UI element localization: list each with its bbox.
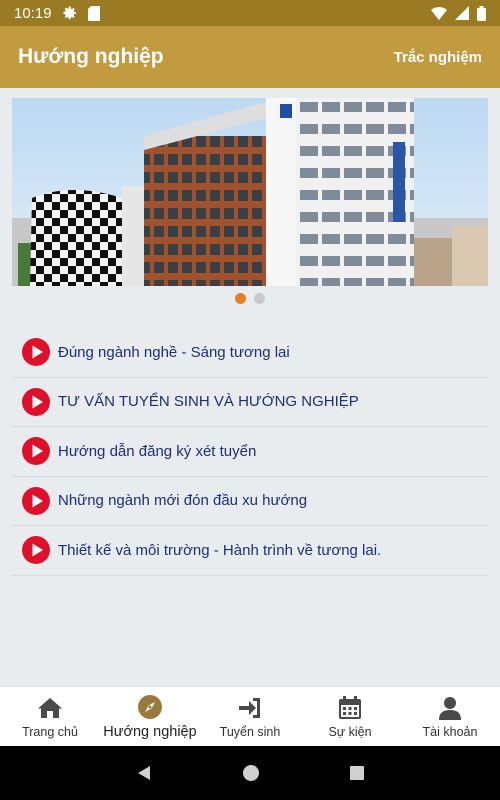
calendar-icon [339,695,361,719]
carousel-dot[interactable] [254,293,265,304]
home-circle-icon[interactable] [242,764,260,782]
list-item-label: Những ngành mới đón đầu xu hướng [58,492,308,510]
settings-icon [62,6,76,20]
status-bar: 10:19 [0,0,500,26]
list-item-label: TƯ VẤN TUYỂN SINH VÀ HƯỚNG NGHIỆP [58,393,359,411]
play-icon [22,387,50,416]
list-item[interactable]: Đúng ngành nghề - Sáng tương lai [12,328,488,378]
nav-label: Hướng nghiệp [103,723,197,740]
back-icon[interactable] [135,764,153,782]
list-item[interactable]: Thiết kế và môi trường - Hành trình về t… [12,526,488,576]
play-icon [22,437,50,466]
banner-image[interactable] [12,98,488,286]
nav-label: Tài khoản [422,724,478,739]
play-icon [22,536,50,565]
recents-icon[interactable] [349,765,365,781]
sign-in-icon [239,697,260,718]
play-icon [22,338,50,367]
carousel-dot[interactable] [235,293,246,304]
list-item-label: Hướng dẫn đăng ký xét tuyển [58,442,257,460]
carousel-indicator [0,293,500,304]
app-bar: Hướng nghiệp Trắc nghiệm [0,26,500,88]
list-item[interactable]: Những ngành mới đón đầu xu hướng [12,477,488,526]
compass-icon [138,694,162,719]
page-title: Hướng nghiệp [18,45,164,68]
signal-icon [455,6,469,20]
bottom-nav: Trang chủ Hướng nghiệp Tuyển sinh Sự kiệ… [0,686,500,746]
wifi-icon [431,7,447,20]
nav-label: Trang chủ [22,724,78,739]
list-item[interactable]: TƯ VẤN TUYỂN SINH VÀ HƯỚNG NGHIỆP [12,378,488,427]
battery-icon [477,5,486,21]
nav-item-career[interactable]: Hướng nghiệp [100,687,200,746]
nav-label: Sự kiện [328,724,372,739]
video-list: Đúng ngành nghề - Sáng tương lai TƯ VẤN … [12,328,488,576]
play-icon [22,486,50,515]
nav-label: Tuyển sinh [219,724,281,739]
list-item-label: Đúng ngành nghề - Sáng tương lai [58,343,290,361]
nav-item-admissions[interactable]: Tuyển sinh [200,687,300,746]
sd-card-icon [87,5,100,21]
nav-item-home[interactable]: Trang chủ [0,687,100,746]
list-item[interactable]: Hướng dẫn đăng ký xét tuyển [12,427,488,477]
status-time: 10:19 [14,4,52,22]
system-nav-bar [0,746,500,800]
home-icon [38,697,62,718]
nav-item-events[interactable]: Sự kiện [300,687,400,746]
list-item-label: Thiết kế và môi trường - Hành trình về t… [58,541,382,559]
nav-item-account[interactable]: Tài khoản [400,687,500,746]
quiz-button[interactable]: Trắc nghiệm [394,49,482,66]
user-icon [439,696,461,720]
